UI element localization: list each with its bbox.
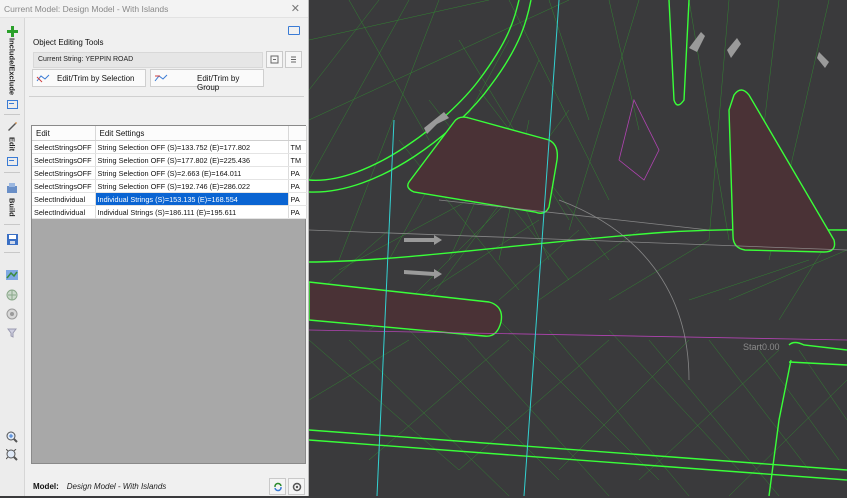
row-edit-cell[interactable]: SelectStringsOFF: [32, 166, 96, 180]
table-row[interactable]: SelectIndividual Individual Strings (S)=…: [32, 205, 307, 219]
current-string-field: Current String: YEPPIN ROAD: [33, 52, 263, 68]
table-row[interactable]: SelectStringsOFF String Selection OFF (S…: [32, 179, 307, 193]
selection-icon: [36, 74, 50, 83]
save-icon[interactable]: [3, 232, 21, 246]
edit-trim-by-group-button[interactable]: Edit/Trim by Group: [150, 69, 264, 92]
section-divider: [29, 96, 304, 97]
model-value: Design Model - With Islands: [66, 482, 167, 491]
refresh-button[interactable]: [269, 478, 286, 495]
edit-trim-by-selection-button[interactable]: Edit/Trim by Selection: [32, 69, 146, 87]
row-settings-cell[interactable]: Individual Strings (S)=153.135 (E)=168.5…: [95, 192, 289, 206]
pick-icon: [270, 55, 279, 64]
zoom-extents-icon[interactable]: [3, 448, 21, 462]
tab-edit-label: Edit: [7, 136, 17, 152]
toolstrip-divider: [4, 252, 20, 253]
side-toolstrip: Include/Exclude Edit Build: [0, 18, 25, 496]
tab-include-exclude[interactable]: Include/Exclude: [3, 38, 21, 96]
table-row-selected[interactable]: SelectIndividual Individual Strings (S)=…: [32, 192, 307, 206]
row-settings-cell[interactable]: String Selection OFF (S)=2.663 (E)=164.0…: [95, 166, 289, 180]
globe-icon[interactable]: [3, 288, 21, 302]
table-row[interactable]: SelectStringsOFF String Selection OFF (S…: [32, 140, 307, 154]
model-footer: Model: Design Model - With Islands: [33, 482, 166, 491]
tab-edit[interactable]: Edit: [3, 133, 21, 155]
panel-title-bar: Current Model: Design Model - With Islan…: [0, 0, 308, 18]
dock-icon[interactable]: [288, 26, 300, 35]
column-header-edit[interactable]: Edit: [32, 126, 96, 141]
edit-trim-by-selection-label: Edit/Trim by Selection: [57, 74, 135, 83]
panel-title: Current Model: Design Model - With Islan…: [4, 4, 169, 14]
group-icon: [154, 74, 168, 82]
row-edit-cell[interactable]: SelectIndividual: [32, 205, 96, 219]
toolstrip-divider: [4, 114, 20, 115]
object-editing-panel: Current Model: Design Model - With Islan…: [0, 0, 309, 496]
list-icon: [291, 56, 296, 63]
section-title: Object Editing Tools: [33, 38, 104, 47]
edits-table: Edit Edit Settings SelectStringsOFF Stri…: [31, 125, 307, 464]
row-code-cell[interactable]: TM: [288, 153, 307, 167]
pick-string-button[interactable]: [266, 51, 283, 68]
row-settings-cell[interactable]: Individual Strings (S)=186.111 (E)=195.6…: [95, 205, 289, 219]
settings-button[interactable]: [288, 478, 305, 495]
model-label: Model:: [33, 482, 59, 491]
tab-include-exclude-label: Include/Exclude: [7, 38, 17, 96]
string-list-button[interactable]: [285, 51, 302, 68]
panel-icon[interactable]: [3, 98, 21, 110]
current-string-value: Current String: YEPPIN ROAD: [38, 56, 134, 63]
plus-icon[interactable]: [3, 24, 21, 38]
table-row[interactable]: SelectStringsOFF String Selection OFF (S…: [32, 153, 307, 167]
cad-viewport[interactable]: Start0.00: [308, 0, 847, 497]
layers-icon[interactable]: [3, 307, 21, 321]
zoom-icon[interactable]: [3, 430, 21, 444]
table-header: Edit Edit Settings: [32, 126, 307, 141]
map-icon[interactable]: [3, 268, 21, 282]
row-code-cell[interactable]: PA: [288, 205, 307, 219]
edit-trim-by-group-label: Edit/Trim by Group: [197, 74, 240, 92]
pencil-icon[interactable]: [3, 119, 21, 133]
row-settings-cell[interactable]: String Selection OFF (S)=192.746 (E)=286…: [95, 179, 289, 193]
column-header-code[interactable]: [288, 126, 307, 141]
cad-drawing[interactable]: Start0.00: [308, 0, 847, 497]
row-code-cell[interactable]: PA: [288, 179, 307, 193]
row-edit-cell[interactable]: SelectStringsOFF: [32, 153, 96, 167]
refresh-icon: [273, 482, 282, 491]
close-icon[interactable]: ✕: [291, 2, 300, 15]
toolstrip-divider: [4, 172, 20, 173]
row-edit-cell[interactable]: SelectStringsOFF: [32, 140, 96, 154]
row-settings-cell[interactable]: String Selection OFF (S)=177.802 (E)=225…: [95, 153, 289, 167]
gear-icon: [292, 482, 301, 491]
row-code-cell[interactable]: TM: [288, 140, 307, 154]
build-icon[interactable]: [3, 181, 21, 195]
row-settings-cell[interactable]: String Selection OFF (S)=133.752 (E)=177…: [95, 140, 289, 154]
filter-icon[interactable]: [3, 326, 21, 340]
table-row[interactable]: SelectStringsOFF String Selection OFF (S…: [32, 166, 307, 180]
row-code-cell[interactable]: PA: [288, 192, 307, 206]
row-edit-cell[interactable]: SelectIndividual: [32, 192, 96, 206]
row-code-cell[interactable]: PA: [288, 166, 307, 180]
toolstrip-divider: [4, 224, 20, 225]
row-edit-cell[interactable]: SelectStringsOFF: [32, 179, 96, 193]
edit-panel-icon[interactable]: [3, 155, 21, 167]
tab-build-label: Build: [7, 197, 17, 217]
tab-build[interactable]: Build: [3, 195, 21, 219]
column-header-edit-settings[interactable]: Edit Settings: [95, 126, 289, 141]
chainage-label: Start0.00: [743, 342, 780, 352]
